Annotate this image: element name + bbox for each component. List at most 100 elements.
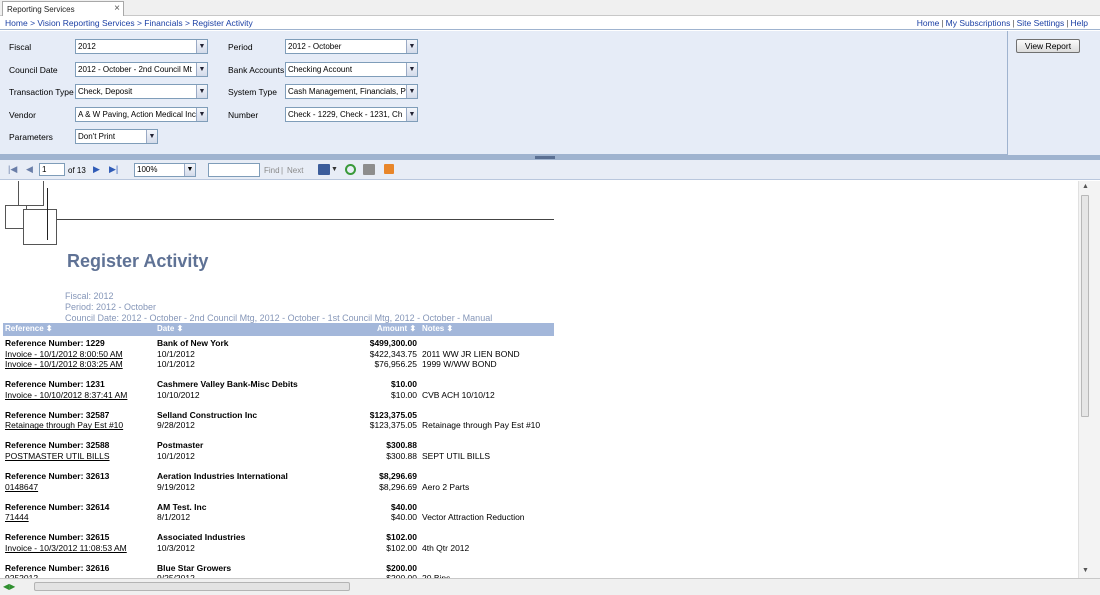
- chevron-down-icon[interactable]: ▼: [196, 40, 207, 53]
- breadcrumb: Home > Vision Reporting Services > Finan…: [5, 18, 253, 28]
- parameters-label: Parameters: [9, 132, 53, 142]
- invoice-date: 10/3/2012: [157, 542, 195, 553]
- horizontal-scrollbar[interactable]: ◀▶: [0, 578, 1100, 595]
- chevron-down-icon[interactable]: ▼: [196, 63, 207, 76]
- link-separator: |: [1012, 18, 1015, 28]
- link-home[interactable]: Home: [917, 18, 940, 28]
- chevron-down-icon[interactable]: ▼: [406, 85, 417, 98]
- invoice-amount: $8,296.69: [379, 481, 417, 492]
- chevron-down-icon[interactable]: ▼: [196, 108, 207, 121]
- column-amount-label: Amount: [377, 324, 408, 333]
- group-total: $40.00: [391, 501, 417, 512]
- invoice-amount: $76,956.25: [374, 359, 417, 370]
- chevron-down-icon[interactable]: ▼: [184, 164, 195, 176]
- column-amount[interactable]: Amount ⬍: [377, 324, 416, 333]
- invoice-link[interactable]: Invoice - 10/1/2012 8:00:50 AM: [5, 349, 123, 359]
- chevron-down-icon[interactable]: ▼: [406, 108, 417, 121]
- system-type-value: Cash Management, Financials, P: [288, 87, 406, 96]
- scroll-thumb[interactable]: [1081, 195, 1089, 417]
- number-value: Check - 1229, Check - 1231, Ch: [288, 110, 403, 119]
- column-notes[interactable]: Notes ⬍: [422, 324, 453, 333]
- first-page-icon[interactable]: |◀: [8, 164, 17, 175]
- column-date-label: Date: [157, 324, 175, 333]
- group-total: $200.00: [386, 562, 417, 573]
- previous-page-icon[interactable]: ◀: [26, 164, 33, 175]
- last-page-icon[interactable]: ▶|: [109, 164, 118, 175]
- transaction-type-select[interactable]: Check, Deposit ▼: [75, 84, 208, 99]
- breadcrumb-folder[interactable]: Financials: [144, 18, 182, 28]
- link-separator: |: [1066, 18, 1069, 28]
- next-link[interactable]: Next: [287, 166, 303, 175]
- invoice-link[interactable]: POSTMASTER UTIL BILLS: [5, 451, 110, 461]
- invoice-link[interactable]: 71444: [5, 512, 29, 522]
- reference-number: Reference Number: 32587: [5, 409, 110, 420]
- find-link[interactable]: Find: [264, 166, 280, 175]
- reference-number: Reference Number: 1231: [5, 379, 105, 390]
- invoice-note: Retainage through Pay Est #10: [422, 420, 541, 431]
- zoom-select[interactable]: 100% ▼: [134, 163, 196, 177]
- council-date-select[interactable]: 2012 - October - 2nd Council Mt ▼: [75, 62, 208, 77]
- fiscal-select[interactable]: 2012 ▼: [75, 39, 208, 54]
- period-select[interactable]: 2012 - October ▼: [285, 39, 418, 54]
- link-site-settings[interactable]: Site Settings: [1017, 18, 1065, 28]
- scroll-down-icon[interactable]: ▼: [1082, 567, 1089, 574]
- breadcrumb-site[interactable]: Vision Reporting Services: [37, 18, 134, 28]
- bank-accounts-value: Checking Account: [288, 65, 353, 74]
- export-dropdown-icon[interactable]: ▼: [331, 166, 338, 173]
- vendor-select[interactable]: A & W Paving, Action Medical Inc ▼: [75, 107, 208, 122]
- invoice-link[interactable]: Retainage through Pay Est #10: [5, 420, 123, 430]
- invoice-date: 9/28/2012: [157, 420, 195, 431]
- parameters-select[interactable]: Don't Print ▼: [75, 129, 158, 144]
- column-notes-label: Notes: [422, 324, 445, 333]
- next-page-icon[interactable]: ▶: [93, 164, 100, 175]
- chevron-down-icon[interactable]: ▼: [146, 130, 157, 143]
- invoice-link[interactable]: Invoice - 10/10/2012 8:37:41 AM: [5, 390, 127, 400]
- system-type-select[interactable]: Cash Management, Financials, P ▼: [285, 84, 418, 99]
- invoice-date: 10/1/2012: [157, 451, 195, 461]
- number-select[interactable]: Check - 1229, Check - 1231, Ch ▼: [285, 107, 418, 122]
- scroll-up-icon[interactable]: ▲: [1082, 183, 1089, 190]
- reference-number: Reference Number: 32613: [5, 471, 110, 481]
- invoice-link[interactable]: Invoice - 10/3/2012 11:08:53 AM: [5, 543, 127, 553]
- refresh-icon[interactable]: [345, 164, 356, 175]
- column-date[interactable]: Date ⬍: [157, 324, 183, 333]
- scroll-thumb[interactable]: [34, 582, 350, 591]
- close-tab-icon[interactable]: ×: [114, 3, 120, 14]
- invoice-note: 2011 WW JR LIEN BOND: [422, 348, 520, 359]
- link-help[interactable]: Help: [1071, 18, 1088, 28]
- breadcrumb-report[interactable]: Register Activity: [192, 18, 252, 28]
- print-icon[interactable]: [363, 164, 375, 175]
- link-my-subscriptions[interactable]: My Subscriptions: [946, 18, 1011, 28]
- vertical-scrollbar[interactable]: ▲ ▼: [1078, 181, 1100, 578]
- tab-title: Reporting Services: [7, 4, 75, 14]
- zoom-value: 100%: [137, 165, 158, 174]
- chevron-down-icon[interactable]: ▼: [196, 85, 207, 98]
- bank-accounts-label: Bank Accounts: [228, 65, 285, 75]
- invoice-amount: $102.00: [386, 542, 417, 553]
- invoice-note: CVB ACH 10/10/12: [422, 389, 495, 400]
- scroll-nav-icon[interactable]: ◀▶: [3, 582, 31, 592]
- transaction-type-label: Transaction Type: [9, 87, 74, 97]
- tab-strip: Reporting Services ×: [0, 0, 1100, 16]
- chevron-down-icon[interactable]: ▼: [406, 40, 417, 53]
- chevron-down-icon[interactable]: ▼: [406, 63, 417, 76]
- page-number-input[interactable]: 1: [39, 163, 65, 176]
- invoice-link[interactable]: 0148647: [5, 482, 38, 492]
- find-input[interactable]: [208, 163, 260, 177]
- breadcrumb-home[interactable]: Home: [5, 18, 28, 28]
- report-logo: [47, 188, 48, 240]
- tab-reporting-services[interactable]: Reporting Services ×: [2, 1, 124, 16]
- bank-accounts-select[interactable]: Checking Account ▼: [285, 62, 418, 77]
- invoice-link[interactable]: Invoice - 10/1/2012 8:03:25 AM: [5, 359, 123, 369]
- view-report-button[interactable]: View Report: [1016, 39, 1080, 53]
- reference-number: Reference Number: 32588: [5, 440, 110, 451]
- group-total: $300.88: [386, 440, 417, 451]
- data-feed-icon[interactable]: [384, 164, 394, 174]
- export-icon[interactable]: [318, 164, 330, 175]
- splitter-grip-icon[interactable]: [535, 156, 555, 159]
- report-council-date: Council Date: 2012 - October - 2nd Counc…: [65, 313, 493, 323]
- column-reference[interactable]: Reference ⬍: [5, 324, 53, 333]
- invoice-date: 10/10/2012: [157, 389, 200, 400]
- group-total: $10.00: [391, 379, 417, 390]
- parameters-panel: Fiscal 2012 ▼ Period 2012 - October ▼ Co…: [0, 31, 1100, 155]
